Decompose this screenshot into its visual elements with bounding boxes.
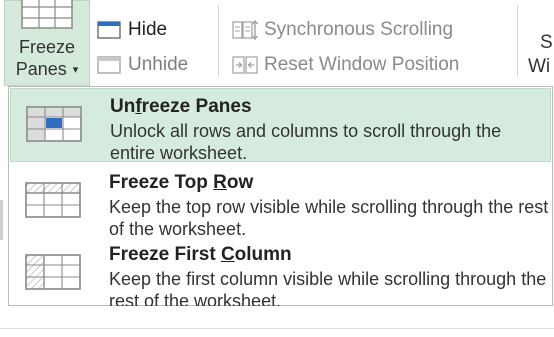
- unhide-window-icon: [96, 54, 122, 76]
- title-text: ow: [226, 172, 254, 193]
- hide-window-icon: [96, 19, 122, 41]
- synchronous-scrolling-icon: [232, 19, 258, 41]
- title-text: Freeze Top: [109, 172, 214, 193]
- freeze-panes-label-line2: Panes ▾: [5, 59, 89, 80]
- menu-item-title: Freeze First Column: [109, 244, 292, 266]
- title-text: reeze Panes: [141, 96, 252, 117]
- unhide-button[interactable]: Unhide: [96, 52, 188, 78]
- access-key: R: [213, 172, 227, 193]
- clipped-ribbon-text: Wi: [528, 56, 551, 77]
- menu-item-freeze-first-column[interactable]: Freeze First Column Keep the first colum…: [10, 237, 551, 311]
- hide-label: Hide: [128, 19, 168, 40]
- view-ribbon-window-group: Freeze Panes ▾ Hide Unhide Synchronous S…: [0, 0, 554, 86]
- freeze-top-row-icon: [24, 181, 82, 226]
- reset-window-position-button[interactable]: Reset Window Position: [232, 52, 459, 78]
- synchronous-scrolling-button[interactable]: Synchronous Scrolling: [232, 17, 453, 43]
- synchronous-scrolling-label: Synchronous Scrolling: [264, 19, 454, 40]
- reset-window-position-label: Reset Window Position: [264, 54, 460, 75]
- unhide-label: Unhide: [128, 54, 189, 75]
- access-key: C: [220, 244, 235, 265]
- freeze-panes-menu: Unfreeze Panes Unlock all rows and colum…: [8, 86, 553, 311]
- group-divider: [218, 6, 219, 78]
- freeze-panes-label-line1: Freeze: [18, 37, 76, 57]
- chevron-down-icon: ▾: [72, 64, 79, 76]
- hide-button[interactable]: Hide: [96, 17, 167, 43]
- reset-window-position-icon: [232, 54, 258, 76]
- worksheet-area[interactable]: [0, 306, 554, 337]
- clipped-ribbon-text: S: [540, 32, 553, 53]
- title-text: olumn: [234, 244, 292, 265]
- menu-item-freeze-top-row[interactable]: Freeze Top Row Keep the top row visible …: [10, 165, 551, 239]
- freeze-panes-label-text: Panes: [15, 59, 67, 79]
- menu-item-unfreeze-panes[interactable]: Unfreeze Panes Unlock all rows and colum…: [10, 88, 551, 163]
- menu-item-description: Unlock all rows and columns to scroll th…: [110, 121, 502, 163]
- group-divider: [517, 6, 518, 78]
- menu-item-title: Unfreeze Panes: [110, 96, 252, 118]
- title-text: Freeze First: [109, 244, 221, 265]
- menu-item-description: Keep the top row visible while scrolling…: [109, 197, 549, 239]
- unfreeze-panes-icon: [25, 105, 83, 150]
- sheet-edge: [0, 200, 3, 240]
- menu-item-title: Freeze Top Row: [109, 172, 253, 194]
- gridline: [0, 328, 554, 329]
- freeze-first-column-icon: [24, 253, 82, 298]
- title-text: Un: [110, 96, 136, 117]
- freeze-panes-icon: [21, 0, 73, 38]
- freeze-panes-button[interactable]: Freeze Panes ▾: [4, 0, 90, 86]
